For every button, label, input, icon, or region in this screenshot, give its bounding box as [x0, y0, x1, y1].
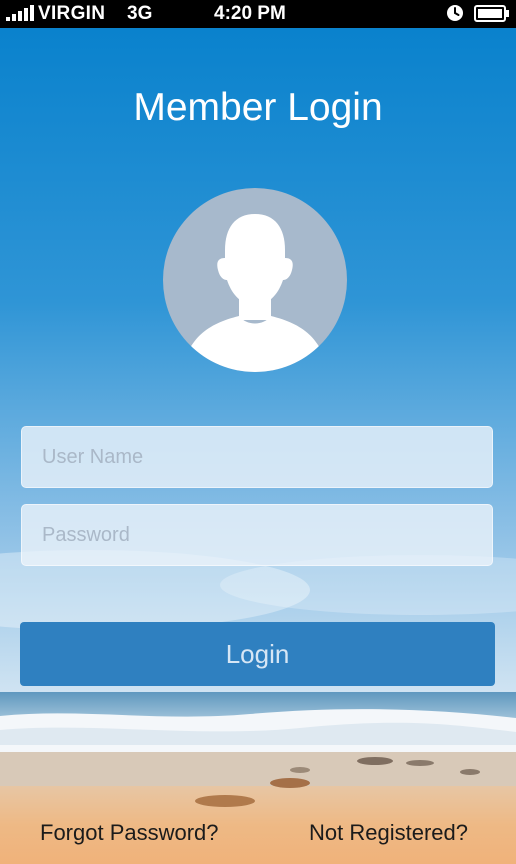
- signal-bars-icon: [6, 5, 36, 21]
- alarm-clock-icon: [447, 5, 463, 21]
- login-button[interactable]: Login: [20, 622, 495, 686]
- forgot-password-link[interactable]: Forgot Password?: [40, 820, 219, 846]
- status-time: 4:20 PM: [214, 3, 286, 24]
- page-title: Member Login: [133, 86, 383, 129]
- carrier-name: VIRGIN: [38, 3, 106, 24]
- battery-icon: [474, 5, 509, 22]
- network-type: 3G: [127, 3, 153, 24]
- password-field[interactable]: [21, 504, 493, 566]
- login-screen: VIRGIN 3G 4:20 PM Member Login User Name…: [0, 0, 516, 864]
- username-field[interactable]: [21, 426, 493, 488]
- not-registered-link[interactable]: Not Registered?: [309, 820, 468, 846]
- status-bar: VIRGIN 3G 4:20 PM: [0, 0, 516, 28]
- user-silhouette-icon: [163, 188, 347, 372]
